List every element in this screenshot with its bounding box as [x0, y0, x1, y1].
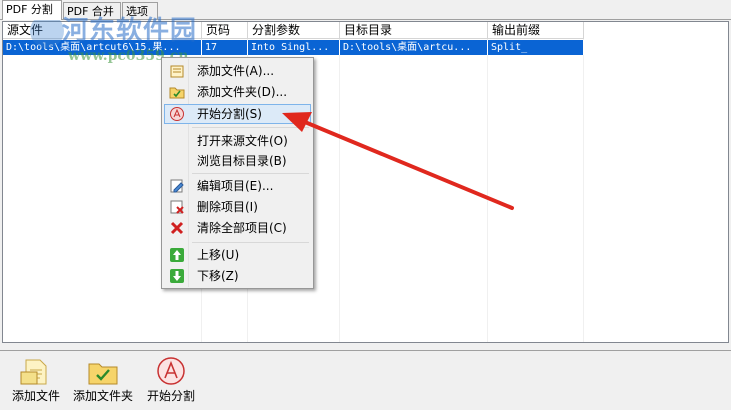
- start-split-icon: [169, 106, 185, 122]
- edit-icon: [169, 178, 185, 194]
- cell-prefix: Split_: [488, 40, 584, 55]
- add-folder-label: 添加文件夹: [72, 389, 133, 403]
- grid-line: [487, 39, 488, 342]
- start-split-icon: [155, 356, 187, 386]
- column-header-pages[interactable]: 页码: [202, 22, 248, 39]
- add-file-icon: [20, 356, 52, 386]
- clear-all-icon: [169, 220, 185, 236]
- menu-item-label: 添加文件(A)...: [197, 64, 275, 78]
- menu-item-clear-all[interactable]: 清除全部项目(C): [164, 218, 311, 238]
- menu-item-delete[interactable]: 删除项目(I): [164, 197, 311, 217]
- tab-pdf-split[interactable]: PDF 分割: [2, 0, 62, 20]
- file-list[interactable]: 源文件 页码 分割参数 目标目录 输出前缀 D:\tools\桌面\artcut…: [2, 21, 729, 343]
- menu-separator: [192, 242, 309, 243]
- cell-pages: 17: [202, 40, 248, 55]
- menu-item-label: 编辑项目(E)...: [197, 179, 274, 193]
- column-header-params[interactable]: 分割参数: [248, 22, 340, 39]
- column-header-target[interactable]: 目标目录: [340, 22, 488, 39]
- menu-item-label: 下移(Z): [197, 269, 239, 283]
- cell-params: Into Singl...: [248, 40, 340, 55]
- menu-separator: [192, 173, 309, 174]
- menu-item-open-source[interactable]: 打开来源文件(O): [164, 131, 311, 151]
- add-folder-icon: [87, 356, 119, 386]
- menu-item-label: 浏览目标目录(B): [197, 154, 287, 168]
- grid-line: [583, 39, 584, 342]
- context-menu: 添加文件(A)... 添加文件夹(D)... 开始分割(S) 打开来源文件(O)…: [161, 57, 314, 289]
- menu-item-label: 删除项目(I): [197, 200, 258, 214]
- menu-item-start-split[interactable]: 开始分割(S): [164, 104, 311, 124]
- add-file-button[interactable]: 添加文件: [8, 354, 64, 406]
- add-file-icon: [169, 63, 185, 79]
- move-down-icon: [169, 268, 185, 284]
- menu-item-edit[interactable]: 编辑项目(E)...: [164, 176, 311, 196]
- toolbar-divider: [0, 350, 731, 351]
- menu-item-label: 开始分割(S): [197, 107, 262, 121]
- add-folder-button[interactable]: 添加文件夹: [70, 354, 136, 406]
- menu-item-label: 添加文件夹(D)...: [197, 85, 288, 99]
- column-header-prefix[interactable]: 输出前缀: [488, 22, 584, 39]
- move-up-icon: [169, 247, 185, 263]
- add-folder-icon: [169, 84, 185, 100]
- menu-item-browse-target[interactable]: 浏览目标目录(B): [164, 151, 311, 171]
- menu-item-add-folder[interactable]: 添加文件夹(D)...: [164, 82, 311, 102]
- start-split-button[interactable]: 开始分割: [142, 354, 200, 406]
- watermark-title: 河东软件园: [62, 16, 198, 46]
- menu-item-move-up[interactable]: 上移(U): [164, 245, 311, 265]
- add-file-label: 添加文件: [11, 389, 60, 403]
- menu-item-add-file[interactable]: 添加文件(A)...: [164, 61, 311, 81]
- start-split-label: 开始分割: [146, 389, 195, 403]
- menu-item-label: 打开来源文件(O): [197, 134, 288, 148]
- menu-item-label: 清除全部项目(C): [197, 221, 287, 235]
- cell-target: D:\tools\桌面\artcu...: [340, 40, 488, 55]
- menu-separator: [192, 127, 309, 128]
- grid-line: [339, 39, 340, 342]
- menu-item-label: 上移(U): [197, 248, 240, 262]
- menu-item-move-down[interactable]: 下移(Z): [164, 266, 311, 286]
- delete-icon: [169, 199, 185, 215]
